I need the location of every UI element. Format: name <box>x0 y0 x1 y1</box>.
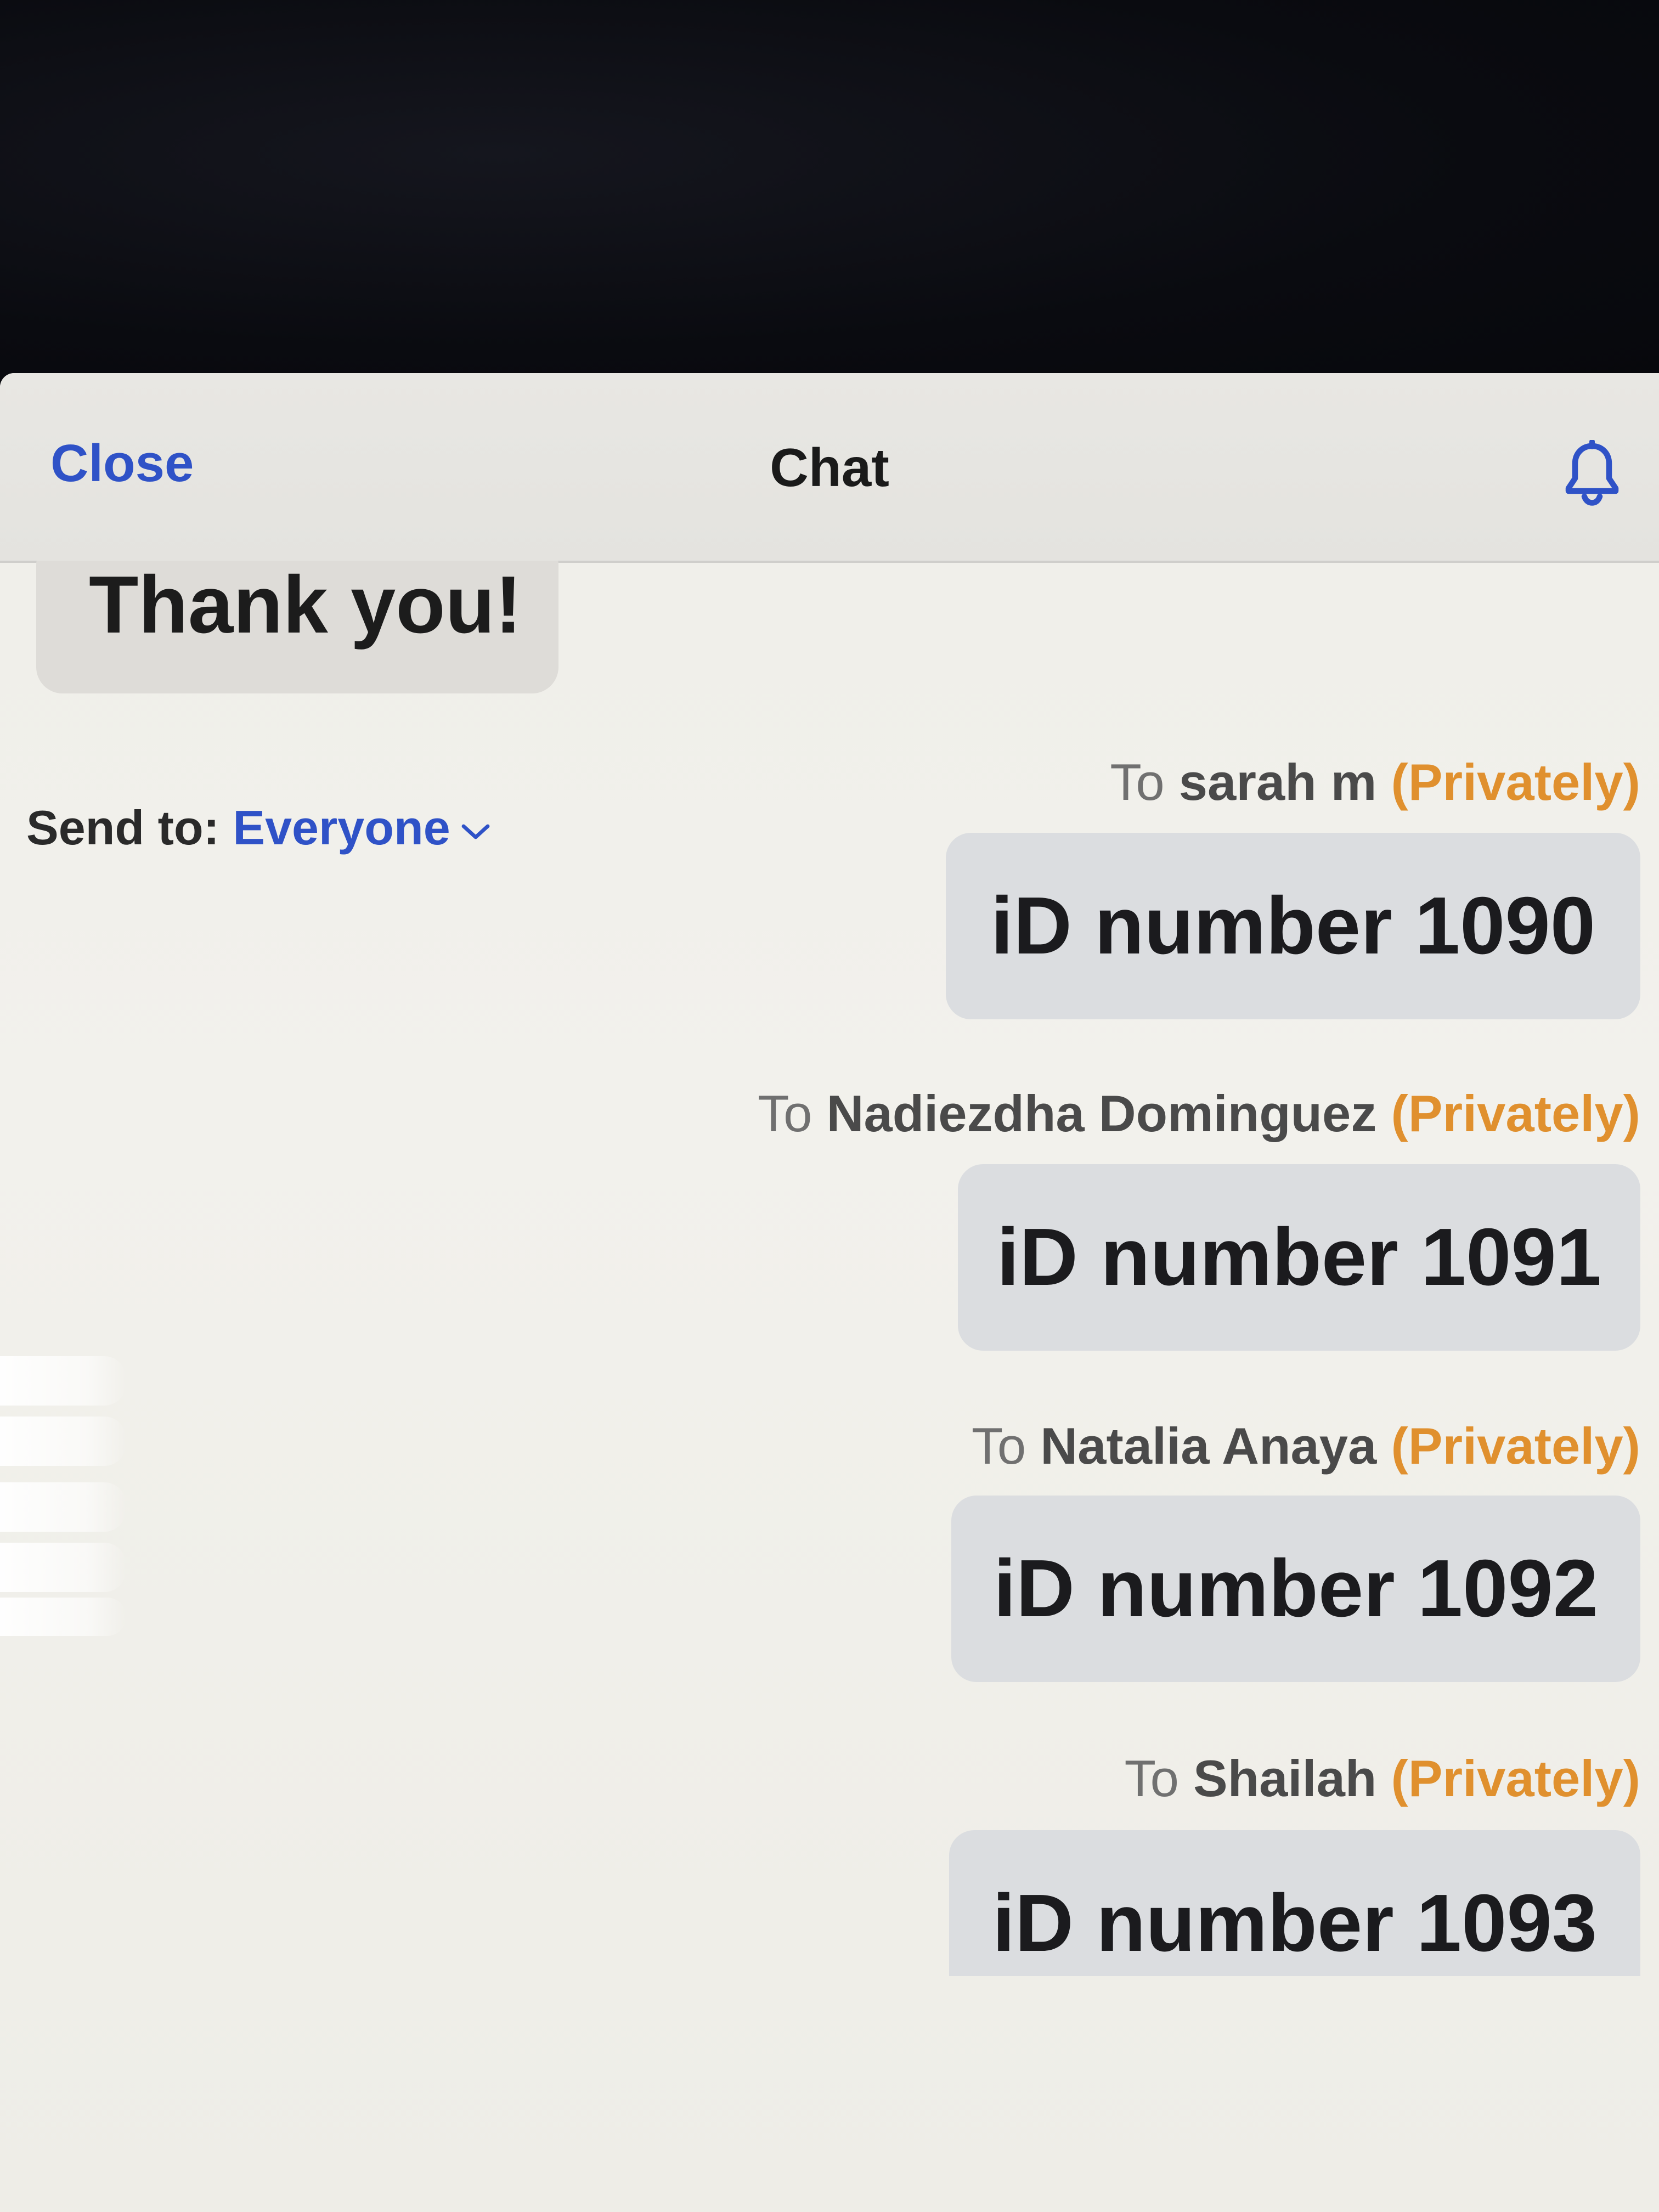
private-tag: (Privately) <box>1391 1417 1640 1475</box>
recipient-name: sarah m <box>1178 753 1377 811</box>
message-list[interactable]: Thank you! To sarah m (Privately) iD num… <box>0 561 1659 1976</box>
message-bubble-sent: iD number 1090 <box>946 833 1640 1019</box>
screen-glare <box>0 1356 126 1406</box>
recipient-name: Natalia Anaya <box>1040 1417 1377 1475</box>
chat-header: Close Chat <box>0 373 1659 563</box>
chevron-down-icon[interactable] <box>460 821 491 843</box>
screen-glare <box>0 1543 126 1592</box>
private-tag: (Privately) <box>1391 1750 1640 1807</box>
to-prefix: To <box>1124 1750 1179 1807</box>
to-prefix: To <box>1110 753 1165 811</box>
message-recipient-line: To Nadiezdha Dominguez (Privately) <box>758 1084 1640 1143</box>
recipient-name: Nadiezdha Dominguez <box>826 1085 1377 1142</box>
message-bubble-sent: iD number 1092 <box>951 1496 1640 1682</box>
message-bubble-received: Thank you! <box>36 561 558 693</box>
page-title: Chat <box>770 437 889 498</box>
message-recipient-line: To Natalia Anaya (Privately) <box>972 1417 1640 1476</box>
private-tag: (Privately) <box>1391 1085 1640 1142</box>
chat-panel: Close Chat Thank you! To sarah m (Privat… <box>0 373 1659 2212</box>
to-prefix: To <box>758 1085 812 1142</box>
message-recipient-line: To sarah m (Privately) <box>1110 753 1640 812</box>
message-recipient-line: To Shailah (Privately) <box>1125 1749 1640 1808</box>
send-to-row: Send to: Everyone <box>26 800 491 856</box>
send-to-value[interactable]: Everyone <box>233 800 450 855</box>
send-to-label: Send to: <box>26 800 219 855</box>
message-bubble-sent: iD number 1093 <box>949 1830 1640 1976</box>
bell-icon[interactable] <box>1559 440 1625 511</box>
screen-glare <box>0 1482 126 1532</box>
send-to-dropdown[interactable]: Everyone <box>233 800 490 855</box>
screen-glare <box>0 1417 126 1466</box>
message-bubble-sent: iD number 1091 <box>958 1164 1640 1351</box>
private-tag: (Privately) <box>1391 753 1640 811</box>
background-photo-area <box>0 0 1659 384</box>
recipient-name: Shailah <box>1193 1750 1377 1807</box>
to-prefix: To <box>971 1417 1026 1475</box>
screen-glare <box>0 1598 126 1636</box>
